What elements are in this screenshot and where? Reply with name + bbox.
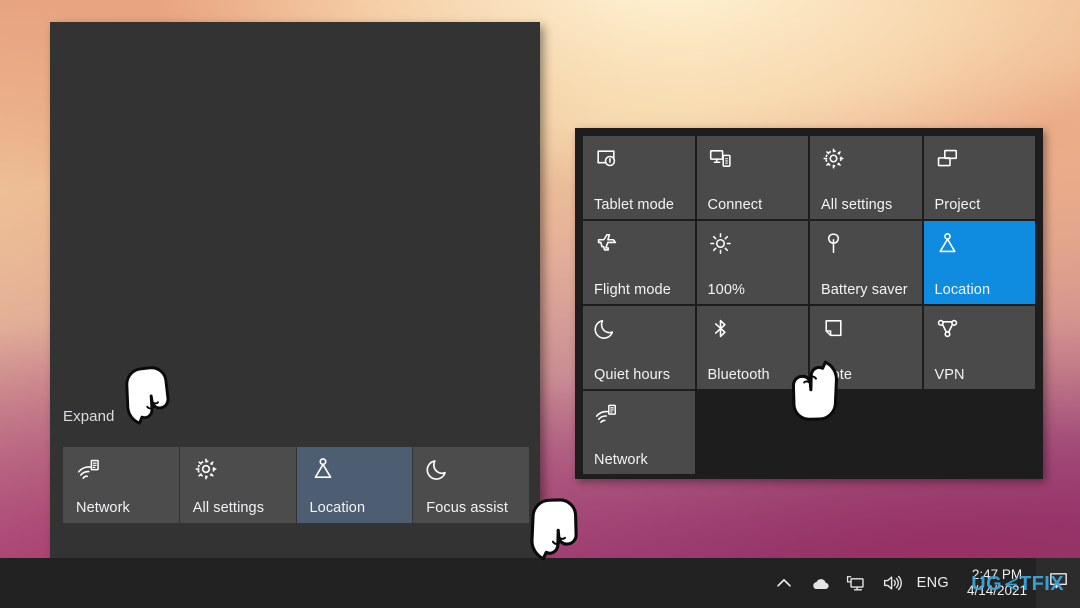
quick-tile-all-settings[interactable]: All settings: [810, 136, 922, 219]
quick-tile-focus-assist[interactable]: Focus assist: [413, 447, 529, 523]
location-icon: [310, 456, 336, 482]
action-center-panel: Expand Network All settings Location Foc…: [50, 22, 540, 584]
quick-tile-label: Connect: [707, 197, 763, 213]
battery-saver-icon: [821, 231, 846, 256]
quick-tile-label: Flight mode: [594, 282, 671, 298]
quick-tile-flight-mode[interactable]: Flight mode: [583, 221, 695, 304]
quick-tile-label: Focus assist: [426, 500, 509, 516]
quick-tile-label: Quiet hours: [594, 367, 671, 383]
quick-tile-vpn[interactable]: VPN: [923, 306, 1035, 389]
network-monitor-icon[interactable]: [845, 572, 867, 594]
quick-actions-grid: Tablet mode Connect All settings Project…: [583, 136, 1035, 474]
quick-tile-label: All settings: [821, 197, 893, 213]
vpn-icon: [935, 316, 960, 341]
action-center-body: Expand Network All settings Location Foc…: [50, 22, 540, 584]
expand-link[interactable]: Expand: [63, 408, 114, 425]
site-watermark: UG TFIX: [971, 573, 1064, 596]
brightness-icon: [708, 231, 733, 256]
quick-tile-project[interactable]: Project: [923, 136, 1035, 219]
gear-icon: [821, 146, 846, 171]
quick-tile-location[interactable]: Location: [296, 447, 413, 523]
quick-tile-empty-slot: [697, 391, 809, 474]
quick-tile-label: Bluetooth: [707, 367, 770, 383]
airplane-icon: [594, 231, 619, 256]
quick-tile-label: Tablet mode: [594, 197, 675, 213]
network-icon: [76, 456, 102, 482]
taskbar: ENG 2:47 PM 4/14/2021: [0, 558, 1080, 608]
moon-icon: [594, 316, 619, 341]
cloud-icon[interactable]: [809, 572, 831, 594]
quick-tile-label: Network: [76, 500, 130, 516]
gear-icon: [193, 456, 219, 482]
network-icon: [594, 401, 619, 426]
watermark-prefix: UG: [971, 573, 1003, 595]
quick-tile-label: Battery saver: [821, 282, 908, 298]
language-indicator[interactable]: ENG: [917, 558, 949, 608]
e-mark-icon: [1002, 576, 1019, 593]
project-icon: [935, 146, 960, 171]
quick-tile-bluetooth[interactable]: Bluetooth: [696, 306, 808, 389]
quick-tile-battery-saver[interactable]: Battery saver: [810, 221, 922, 304]
quick-tile-label: VPN: [934, 367, 965, 383]
quick-tile-tablet-mode[interactable]: Tablet mode: [583, 136, 695, 219]
desktop-wallpaper: Expand Network All settings Location Foc…: [0, 0, 1080, 608]
chevron-up-icon[interactable]: [773, 572, 795, 594]
quick-tile-all-settings[interactable]: All settings: [179, 447, 296, 523]
quick-tile-label: Note: [821, 367, 853, 383]
quick-tile-empty-slot: [924, 391, 1036, 474]
quick-tile-location[interactable]: Location: [923, 221, 1035, 304]
quick-tile-label: Network: [594, 452, 648, 468]
location-icon: [935, 231, 960, 256]
quick-tile-note[interactable]: Note: [810, 306, 922, 389]
connect-icon: [708, 146, 733, 171]
moon-icon: [426, 456, 452, 482]
quick-tile-network[interactable]: Network: [63, 447, 179, 523]
quick-tile-label: Location: [934, 282, 991, 298]
speaker-icon[interactable]: [881, 572, 903, 594]
bluetooth-icon: [708, 316, 733, 341]
note-icon: [821, 316, 846, 341]
action-center-quick-tiles: Network All settings Location Focus assi…: [63, 447, 529, 523]
watermark-suffix: TFIX: [1019, 573, 1064, 595]
quick-tile-label: All settings: [192, 500, 265, 516]
quick-tile-connect[interactable]: Connect: [696, 136, 808, 219]
quick-tile-label: 100%: [707, 282, 745, 298]
quick-tile-network[interactable]: Network: [583, 391, 695, 474]
quick-tile-quiet-hours[interactable]: Quiet hours: [583, 306, 695, 389]
quick-tile-label: Location: [309, 500, 366, 516]
quick-tile-brightness[interactable]: 100%: [696, 221, 808, 304]
quick-tile-empty-slot: [810, 391, 922, 474]
quick-tile-label: Project: [934, 197, 981, 213]
tablet-mode-icon: [594, 146, 619, 171]
quick-actions-expanded-panel: Tablet mode Connect All settings Project…: [575, 128, 1043, 479]
